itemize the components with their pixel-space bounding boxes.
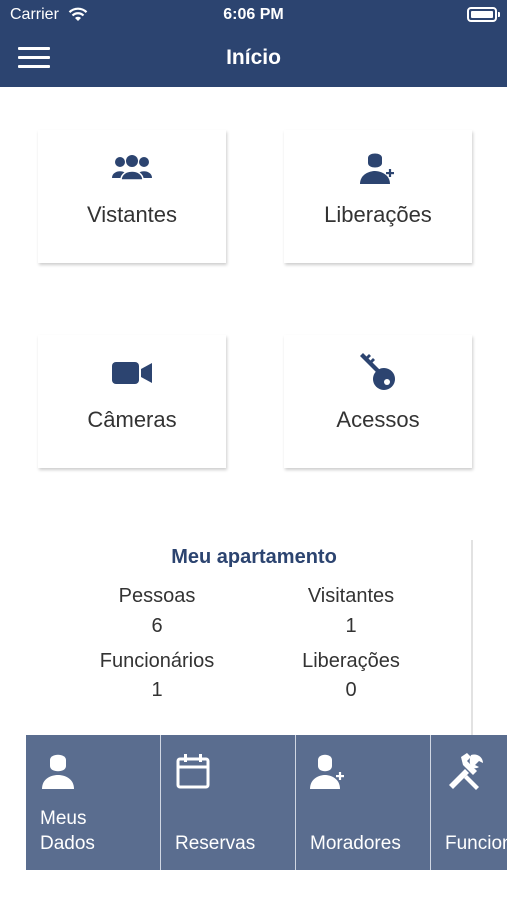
user-plus-icon (360, 153, 394, 184)
stat-value-visitantes: 1 (345, 615, 357, 637)
video-camera-icon (112, 362, 152, 384)
tile-label: Acessos (336, 407, 420, 432)
tab-meus-dados[interactable]: Meus Dados (26, 735, 161, 870)
stat-label-funcionarios: Funcionários (99, 650, 215, 672)
user-icon (42, 754, 74, 789)
stat-label-visitantes: Visitantes (307, 585, 395, 607)
tab-reservas[interactable]: Reservas (161, 735, 296, 870)
calendar-icon (176, 754, 210, 789)
user-plus-icon (310, 754, 344, 789)
tile-liberacoes[interactable]: Liberações (284, 130, 472, 263)
tile-acessos[interactable]: Acessos (284, 335, 472, 468)
stat-label-liberacoes: Liberações (302, 650, 400, 672)
tab-moradores[interactable]: Moradores (296, 735, 431, 870)
stat-value-pessoas: 6 (151, 615, 163, 637)
tab-label: Moradores (310, 833, 401, 854)
tile-cameras[interactable]: Câmeras (38, 335, 226, 468)
tab-label: Funcionários (445, 833, 507, 854)
hamburger-menu-icon[interactable] (18, 47, 50, 69)
bottom-tab-bar: Meus Dados Reservas Moradores Funcio (26, 735, 507, 870)
tools-icon (449, 753, 483, 790)
apartment-title: Meu apartamento (171, 546, 337, 568)
group-icon (112, 155, 152, 181)
clock-time: 6:06 PM (223, 6, 284, 23)
stat-label-pessoas: Pessoas (118, 585, 196, 607)
divider (471, 540, 473, 740)
tile-label: Liberações (324, 202, 432, 227)
tab-label: Meus Dados (40, 808, 95, 854)
nav-bar: Início (0, 30, 507, 87)
tile-label: Vistantes (86, 202, 178, 227)
tile-visitantes[interactable]: Vistantes (38, 130, 226, 263)
key-icon (360, 353, 395, 390)
status-bar: Carrier 6:06 PM (0, 0, 507, 30)
tab-label: Reservas (175, 833, 256, 854)
stat-value-liberacoes: 0 (345, 679, 357, 701)
tile-label: Câmeras (87, 407, 177, 432)
page-title: Início (226, 46, 281, 69)
battery-icon (467, 7, 500, 22)
tab-funcionarios[interactable]: Funcionários (431, 735, 507, 870)
stat-value-funcionarios: 1 (151, 679, 163, 701)
